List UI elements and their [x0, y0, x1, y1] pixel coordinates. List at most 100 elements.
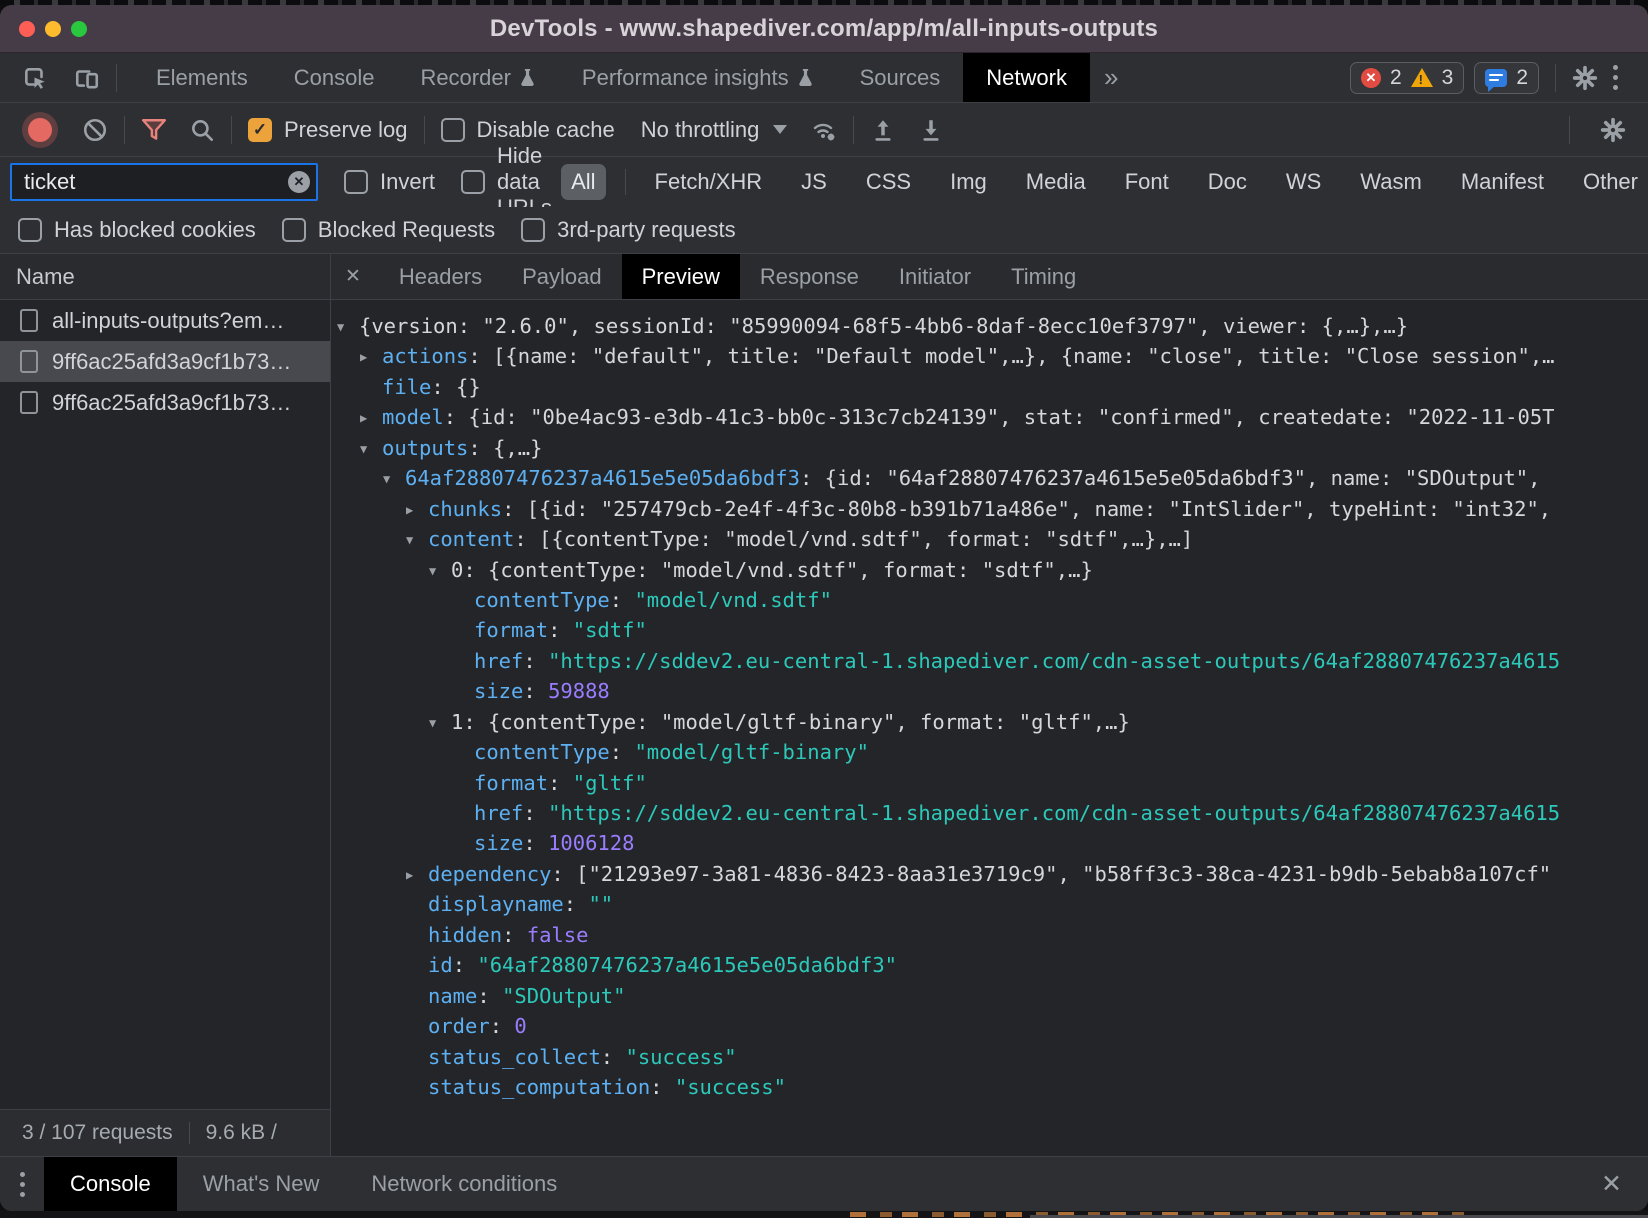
more-options-icon[interactable]	[1598, 65, 1632, 90]
tab-sources[interactable]: Sources	[837, 53, 964, 102]
json-tree-row[interactable]: ▶actions: [{name: "default", title: "Def…	[337, 341, 1648, 371]
json-tree-row[interactable]: ▼0: {contentType: "model/vnd.sdtf", form…	[337, 555, 1648, 585]
detail-tab-initiator[interactable]: Initiator	[879, 254, 991, 299]
collapse-arrow-icon[interactable]: ▼	[360, 434, 382, 464]
messages-badge[interactable]: 2	[1474, 62, 1539, 94]
json-tree-row[interactable]: format: "sdtf"	[337, 615, 1648, 645]
json-tree-row[interactable]: size: 59888	[337, 676, 1648, 706]
network-settings-gear-icon[interactable]	[1600, 117, 1626, 143]
request-row[interactable]: 9ff6ac25afd3a9cf1b73…	[0, 382, 330, 423]
json-tree-row[interactable]: ▶dependency: ["21293e97-3a81-4836-8423-8…	[337, 859, 1648, 889]
json-tree-row[interactable]: ▼{version: "2.6.0", sessionId: "85990094…	[337, 311, 1648, 341]
filter-input[interactable]	[10, 163, 318, 201]
expand-arrow-icon[interactable]: ▶	[360, 342, 382, 372]
tab-performance-insights[interactable]: Performance insights	[559, 53, 837, 102]
tab-elements[interactable]: Elements	[133, 53, 271, 102]
json-key: dependency	[428, 862, 551, 886]
json-tree-row[interactable]: displayname: ""	[337, 889, 1648, 919]
filter-chip-wasm[interactable]: Wasm	[1350, 164, 1432, 200]
json-tree-row[interactable]: file: {}	[337, 372, 1648, 402]
import-har-icon[interactable]	[870, 117, 896, 143]
close-detail-icon[interactable]: ✕	[331, 254, 379, 299]
blocked-requests-checkbox[interactable]: Blocked Requests	[282, 217, 495, 243]
detail-tab-timing[interactable]: Timing	[991, 254, 1096, 299]
collapse-arrow-icon[interactable]: ▼	[406, 525, 428, 555]
filter-chip-fetch-xhr[interactable]: Fetch/XHR	[645, 164, 773, 200]
drawer-tab-what-s-new[interactable]: What's New	[177, 1157, 346, 1211]
network-conditions-icon[interactable]	[811, 117, 837, 143]
filter-chip-js[interactable]: JS	[791, 164, 837, 200]
inspect-element-icon[interactable]	[22, 65, 48, 91]
invert-checkbox[interactable]: Invert	[344, 169, 435, 195]
detail-tab-response[interactable]: Response	[740, 254, 879, 299]
json-tree-row[interactable]: size: 1006128	[337, 828, 1648, 858]
search-icon[interactable]	[189, 117, 215, 143]
tab-console[interactable]: Console	[271, 53, 398, 102]
filter-chip-css[interactable]: CSS	[856, 164, 921, 200]
filter-chip-manifest[interactable]: Manifest	[1451, 164, 1554, 200]
name-column-header[interactable]: Name	[0, 254, 330, 300]
json-tree-row[interactable]: id: "64af28807476237a4615e5e05da6bdf3"	[337, 950, 1648, 980]
settings-gear-icon[interactable]	[1572, 65, 1598, 91]
json-tree-row[interactable]: ▼content: [{contentType: "model/vnd.sdtf…	[337, 524, 1648, 554]
collapse-arrow-icon[interactable]: ▼	[429, 708, 451, 738]
json-tree-row[interactable]: href: "https://sddev2.eu-central-1.shape…	[337, 646, 1648, 676]
filter-chip-doc[interactable]: Doc	[1198, 164, 1257, 200]
background-page-bottom	[0, 1210, 1648, 1218]
filter-chip-all[interactable]: All	[561, 164, 605, 200]
collapse-arrow-icon[interactable]: ▼	[429, 556, 451, 586]
close-drawer-icon[interactable]: ✕	[1575, 1157, 1648, 1211]
json-tree-row[interactable]: format: "gltf"	[337, 768, 1648, 798]
detail-tab-preview[interactable]: Preview	[622, 254, 740, 299]
json-tree-row[interactable]: ▼outputs: {,…}	[337, 433, 1648, 463]
tab-label: Performance insights	[582, 65, 789, 91]
more-tabs-icon[interactable]: »	[1090, 62, 1132, 93]
filter-chip-other[interactable]: Other	[1573, 164, 1648, 200]
json-tree-row[interactable]: ▶model: {id: "0be4ac93-e3db-41c3-bb0c-31…	[337, 402, 1648, 432]
tab-network[interactable]: Network	[963, 53, 1090, 102]
drawer-tab-network-conditions[interactable]: Network conditions	[345, 1157, 583, 1211]
json-tree-row[interactable]: name: "SDOutput"	[337, 981, 1648, 1011]
clear-input-icon[interactable]: ✕	[288, 171, 310, 193]
request-row[interactable]: 9ff6ac25afd3a9cf1b73…	[0, 341, 330, 382]
throttling-dropdown[interactable]: No throttling	[641, 117, 788, 143]
json-tree-row[interactable]: status_collect: "success"	[337, 1042, 1648, 1072]
json-summary-text: : [{contentType: "model/vnd.sdtf", forma…	[514, 527, 1193, 551]
collapse-arrow-icon[interactable]: ▼	[383, 464, 405, 494]
json-tree-row[interactable]: order: 0	[337, 1011, 1648, 1041]
json-tree-row[interactable]: contentType: "model/vnd.sdtf"	[337, 585, 1648, 615]
json-tree-row[interactable]: href: "https://sddev2.eu-central-1.shape…	[337, 798, 1648, 828]
export-har-icon[interactable]	[918, 117, 944, 143]
record-network-log-icon[interactable]	[28, 118, 52, 142]
clear-network-log-icon[interactable]	[82, 117, 108, 143]
drawer-tab-console[interactable]: Console	[44, 1157, 177, 1211]
detail-tab-payload[interactable]: Payload	[502, 254, 622, 299]
json-tree-row[interactable]: hidden: false	[337, 920, 1648, 950]
disable-cache-checkbox[interactable]: Disable cache	[441, 117, 615, 143]
expand-arrow-icon[interactable]: ▶	[406, 860, 428, 890]
has-blocked-cookies-checkbox[interactable]: Has blocked cookies	[18, 217, 256, 243]
json-tree-row[interactable]: ▼64af28807476237a4615e5e05da6bdf3: {id: …	[337, 463, 1648, 493]
json-tree-row[interactable]: ▼1: {contentType: "model/gltf-binary", f…	[337, 707, 1648, 737]
third-party-requests-checkbox[interactable]: 3rd-party requests	[521, 217, 736, 243]
filter-icon[interactable]	[141, 117, 167, 143]
preserve-log-checkbox[interactable]: Preserve log	[248, 117, 408, 143]
json-tree-row[interactable]: contentType: "model/gltf-binary"	[337, 737, 1648, 767]
json-value: "gltf"	[573, 771, 647, 795]
device-toolbar-icon[interactable]	[74, 65, 100, 91]
json-key: href	[474, 801, 523, 825]
detail-tab-headers[interactable]: Headers	[379, 254, 502, 299]
collapse-arrow-icon[interactable]: ▼	[337, 312, 359, 342]
json-tree-row[interactable]: ▶chunks: [{id: "257479cb-2e4f-4f3c-80b8-…	[337, 494, 1648, 524]
tab-recorder[interactable]: Recorder	[397, 53, 558, 102]
issues-badge[interactable]: ✕ 2 ! 3	[1350, 62, 1464, 94]
expand-arrow-icon[interactable]: ▶	[360, 403, 382, 433]
filter-chip-img[interactable]: Img	[940, 164, 997, 200]
expand-arrow-icon[interactable]: ▶	[406, 495, 428, 525]
filter-chip-font[interactable]: Font	[1115, 164, 1179, 200]
filter-chip-ws[interactable]: WS	[1276, 164, 1331, 200]
filter-chip-media[interactable]: Media	[1016, 164, 1096, 200]
drawer-more-options-icon[interactable]	[0, 1157, 44, 1211]
json-tree-row[interactable]: status_computation: "success"	[337, 1072, 1648, 1102]
request-row[interactable]: all-inputs-outputs?em…	[0, 300, 330, 341]
